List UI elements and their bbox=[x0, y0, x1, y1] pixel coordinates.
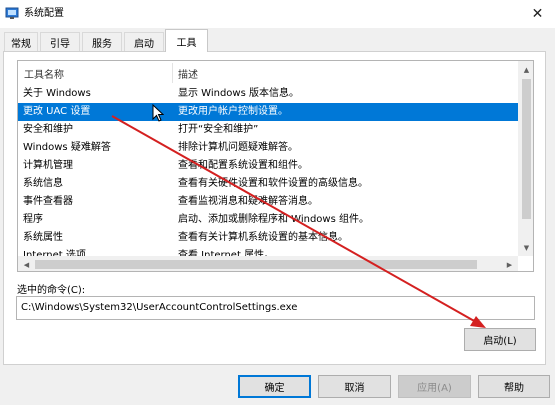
mouse-cursor-icon bbox=[152, 104, 164, 122]
tool-description-cell: 查看有关硬件设置和软件设置的高级信息。 bbox=[178, 178, 368, 189]
tool-description-cell: 更改用户帐户控制设置。 bbox=[178, 106, 288, 117]
help-button[interactable]: 帮助 bbox=[478, 375, 550, 398]
tools-list[interactable]: 工具名称 描述 关于 Windows 显示 Windows 版本信息。更改 UAC… bbox=[17, 60, 534, 272]
scroll-down-icon[interactable]: ▼ bbox=[518, 239, 533, 256]
selected-command-field[interactable]: C:\Windows\System32\UserAccountControlSe… bbox=[16, 296, 535, 320]
column-header-description[interactable]: 描述 bbox=[178, 66, 198, 81]
tab-services[interactable]: 服务 bbox=[82, 32, 122, 51]
list-item[interactable]: 事件查看器 查看监视消息和疑难解答消息。 bbox=[18, 193, 518, 211]
horizontal-scroll-thumb[interactable] bbox=[35, 260, 477, 269]
close-icon: ✕ bbox=[531, 6, 544, 22]
tab-label: 启动 bbox=[134, 38, 154, 50]
list-item[interactable]: 计算机管理 查看和配置系统设置和组件。 bbox=[18, 157, 518, 175]
tab-general[interactable]: 常规 bbox=[4, 32, 38, 51]
button-label: 帮助 bbox=[504, 383, 524, 394]
tab-boot[interactable]: 引导 bbox=[40, 32, 80, 51]
system-config-app-icon bbox=[5, 7, 19, 19]
list-item[interactable]: 系统属性 查看有关计算机系统设置的基本信息。 bbox=[18, 229, 518, 247]
close-button[interactable]: ✕ bbox=[520, 0, 555, 28]
list-item[interactable]: Windows 疑难解答 排除计算机问题疑难解答。 bbox=[18, 139, 518, 157]
title-bar: 系统配置 ✕ bbox=[0, 0, 555, 28]
tool-name-cell: 更改 UAC 设置 bbox=[23, 106, 91, 117]
list-header: 工具名称 描述 bbox=[18, 61, 518, 86]
tool-description-cell: 显示 Windows 版本信息。 bbox=[178, 88, 299, 99]
button-label: 确定 bbox=[264, 383, 285, 394]
list-item[interactable]: 程序 启动、添加或删除程序和 Windows 组件。 bbox=[18, 211, 518, 229]
tool-name-cell: 计算机管理 bbox=[23, 160, 73, 171]
button-label: 启动(L) bbox=[483, 336, 517, 347]
ok-button[interactable]: 确定 bbox=[238, 375, 311, 398]
vertical-scroll-thumb[interactable] bbox=[522, 79, 531, 219]
tab-startup[interactable]: 启动 bbox=[124, 32, 164, 51]
apply-button[interactable]: 应用(A) bbox=[398, 375, 471, 398]
button-label: 取消 bbox=[344, 383, 365, 394]
tool-name-cell: 系统属性 bbox=[23, 232, 63, 243]
tab-tools[interactable]: 工具 bbox=[165, 29, 208, 52]
column-header-tool-name[interactable]: 工具名称 bbox=[24, 66, 64, 81]
list-item-selected[interactable]: 更改 UAC 设置 更改用户帐户控制设置。 bbox=[18, 103, 518, 121]
tab-label: 常规 bbox=[11, 38, 31, 50]
selected-command-label: 选中的命令(C): bbox=[17, 285, 86, 296]
window-title: 系统配置 bbox=[24, 8, 64, 19]
cancel-button[interactable]: 取消 bbox=[318, 375, 391, 398]
tool-description-cell: 启动、添加或删除程序和 Windows 组件。 bbox=[178, 214, 369, 225]
tab-label: 工具 bbox=[176, 37, 197, 49]
scroll-left-icon[interactable]: ◀ bbox=[18, 256, 35, 271]
tool-description-cell: 查看有关计算机系统设置的基本信息。 bbox=[178, 232, 348, 243]
tool-name-cell: 安全和维护 bbox=[23, 124, 73, 135]
scroll-up-icon[interactable]: ▲ bbox=[518, 61, 533, 78]
scroll-right-icon[interactable]: ▶ bbox=[501, 256, 518, 271]
tool-name-cell: 系统信息 bbox=[23, 178, 63, 189]
tool-name-cell: Windows 疑难解答 bbox=[23, 142, 111, 153]
tool-name-cell: 事件查看器 bbox=[23, 196, 73, 207]
tool-description-cell: 打开“安全和维护” bbox=[178, 124, 259, 135]
tool-name-cell: 程序 bbox=[23, 214, 43, 225]
button-label: 应用(A) bbox=[417, 383, 452, 394]
tab-label: 引导 bbox=[50, 38, 70, 50]
tab-label: 服务 bbox=[92, 38, 112, 50]
list-item[interactable]: 系统信息 查看有关硬件设置和软件设置的高级信息。 bbox=[18, 175, 518, 193]
list-item[interactable]: 安全和维护 打开“安全和维护” bbox=[18, 121, 518, 139]
list-item[interactable]: 关于 Windows 显示 Windows 版本信息。 bbox=[18, 85, 518, 103]
tool-description-cell: 排除计算机问题疑难解答。 bbox=[178, 142, 298, 153]
tool-name-cell: 关于 Windows bbox=[23, 88, 91, 99]
launch-button[interactable]: 启动(L) bbox=[464, 328, 536, 351]
tool-description-cell: 查看监视消息和疑难解答消息。 bbox=[178, 196, 318, 207]
tool-description-cell: 查看和配置系统设置和组件。 bbox=[178, 160, 308, 171]
column-divider[interactable] bbox=[172, 63, 173, 83]
